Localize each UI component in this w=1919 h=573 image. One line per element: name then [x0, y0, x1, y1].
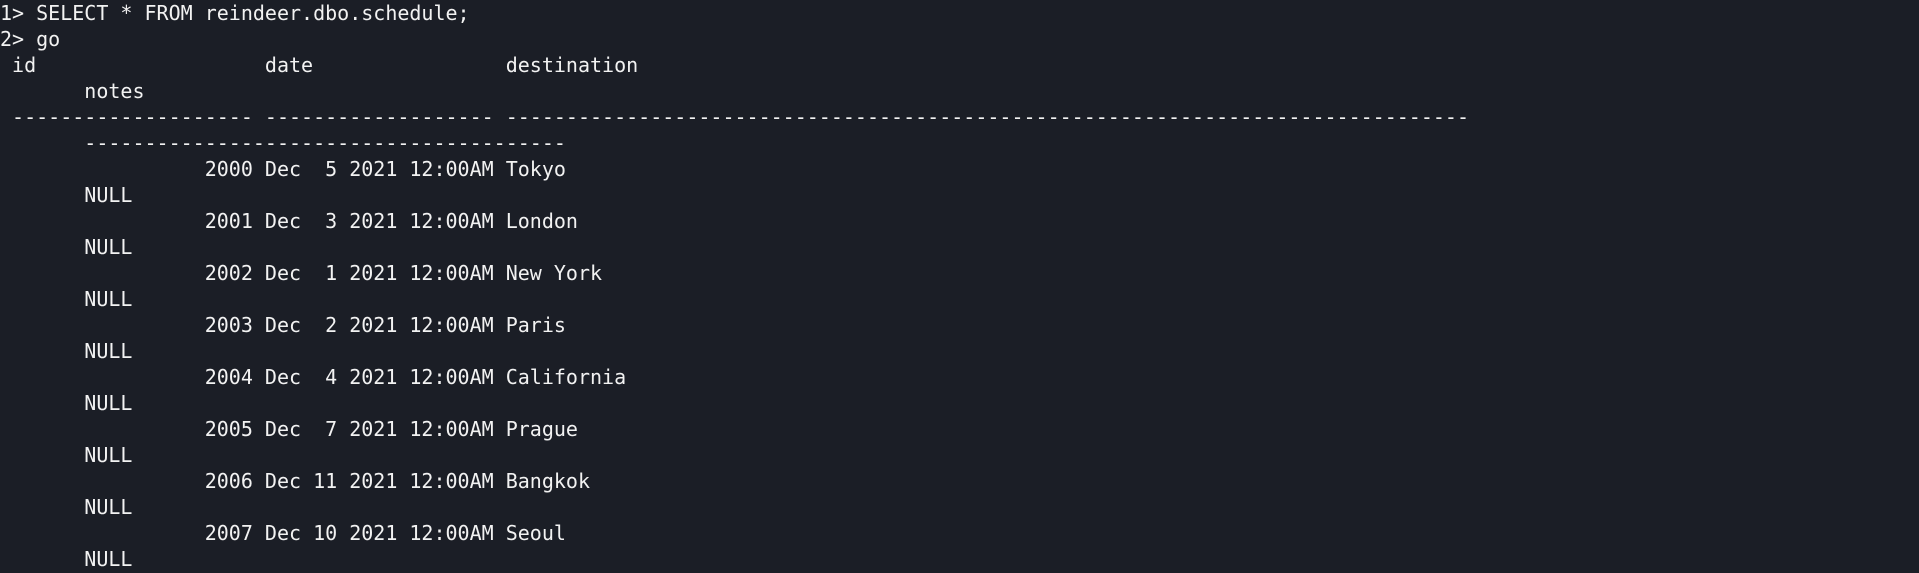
- command-line-1: 1> SELECT * FROM reindeer.dbo.schedule;: [0, 1, 470, 25]
- result-row-notes: NULL: [0, 287, 133, 311]
- terminal-window[interactable]: 1> SELECT * FROM reindeer.dbo.schedule; …: [0, 0, 1919, 573]
- result-row: 2005 Dec 7 2021 12:00AM Prague: [0, 417, 578, 441]
- result-row: 2001 Dec 3 2021 12:00AM London: [0, 209, 578, 233]
- result-row-notes: NULL: [0, 391, 133, 415]
- result-row-notes: NULL: [0, 495, 133, 519]
- result-row: 2002 Dec 1 2021 12:00AM New York: [0, 261, 603, 285]
- column-header-row: id date destination: [0, 53, 639, 77]
- result-row-notes: NULL: [0, 339, 133, 363]
- result-row: 2004 Dec 4 2021 12:00AM California: [0, 365, 627, 389]
- result-row-notes: NULL: [0, 235, 133, 259]
- column-header-notes: notes: [0, 79, 145, 103]
- header-separator-notes: ----------------------------------------: [0, 131, 566, 155]
- result-row: 2007 Dec 10 2021 12:00AM Seoul: [0, 521, 566, 545]
- command-line-2: 2> go: [0, 27, 61, 51]
- result-row: 2000 Dec 5 2021 12:00AM Tokyo: [0, 157, 566, 181]
- result-row: 2006 Dec 11 2021 12:00AM Bangkok: [0, 469, 591, 493]
- result-row: 2003 Dec 2 2021 12:00AM Paris: [0, 313, 566, 337]
- header-separator: -------------------- -------------------…: [0, 105, 1470, 129]
- result-row-notes: NULL: [0, 183, 133, 207]
- result-row-notes: NULL: [0, 443, 133, 467]
- result-row-notes: NULL: [0, 547, 133, 571]
